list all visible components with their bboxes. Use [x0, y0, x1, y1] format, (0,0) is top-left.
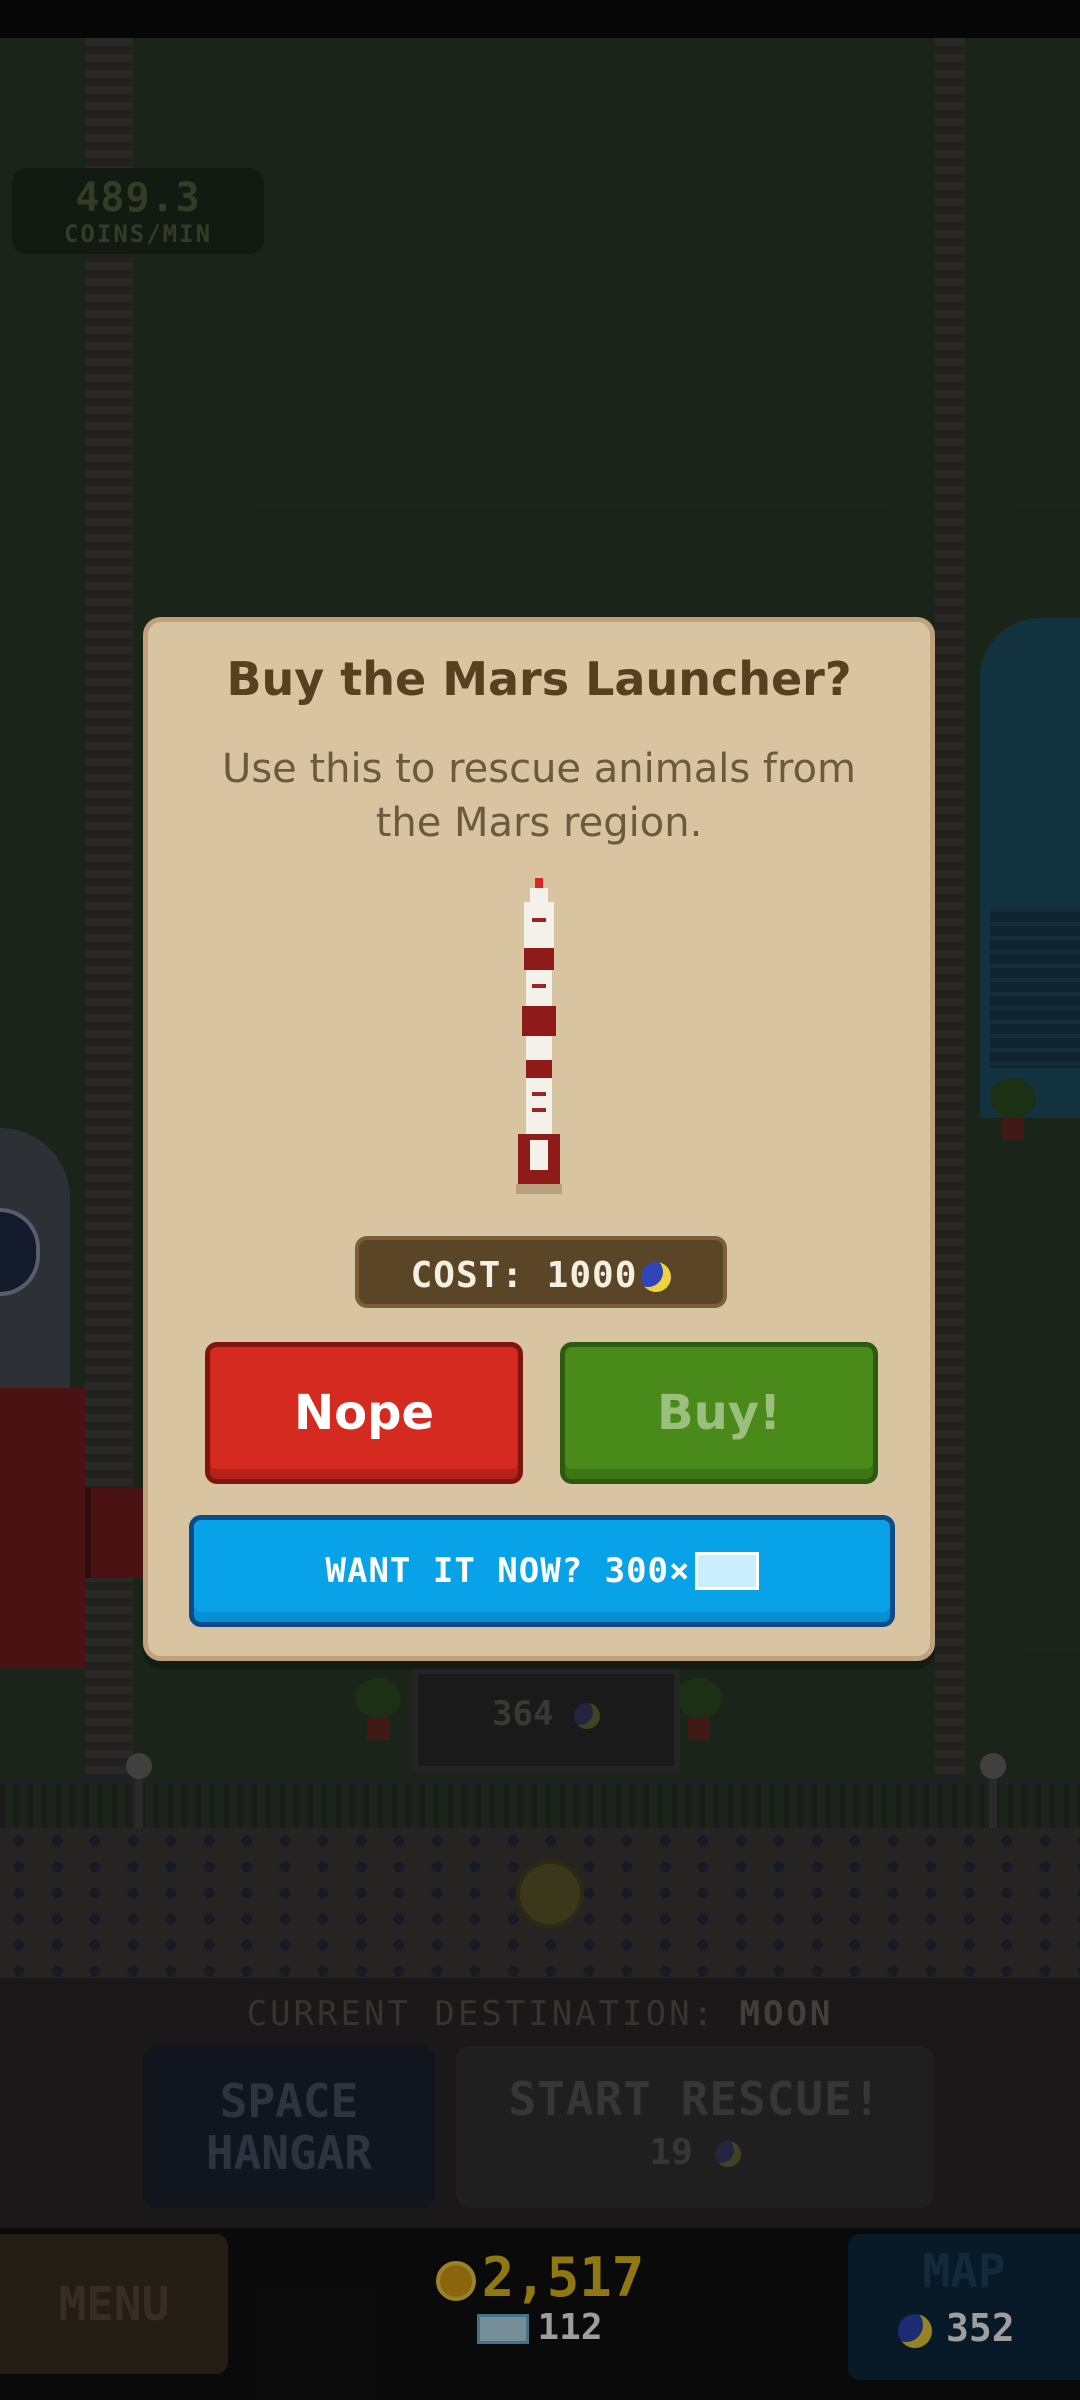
- purchase-dialog: Buy the Mars Launcher? Use this to rescu…: [143, 617, 935, 1661]
- moon-currency-icon: [641, 1262, 672, 1292]
- buy-button[interactable]: Buy!: [560, 1342, 878, 1484]
- cost-label: COST: 1000: [410, 1255, 638, 1296]
- cost-display: COST: 1000: [355, 1236, 727, 1308]
- nope-button[interactable]: Nope: [205, 1342, 523, 1484]
- gem-icon: [694, 1552, 759, 1590]
- want-it-now-button[interactable]: WANT IT NOW? 300×: [189, 1515, 895, 1627]
- dialog-description: Use this to rescue animals from the Mars…: [222, 746, 856, 846]
- dialog-title: Buy the Mars Launcher?: [226, 652, 852, 706]
- status-bar: [0, 0, 1080, 38]
- rocket-icon: [516, 878, 562, 1194]
- want-it-now-label: WANT IT NOW? 300×: [325, 1551, 691, 1591]
